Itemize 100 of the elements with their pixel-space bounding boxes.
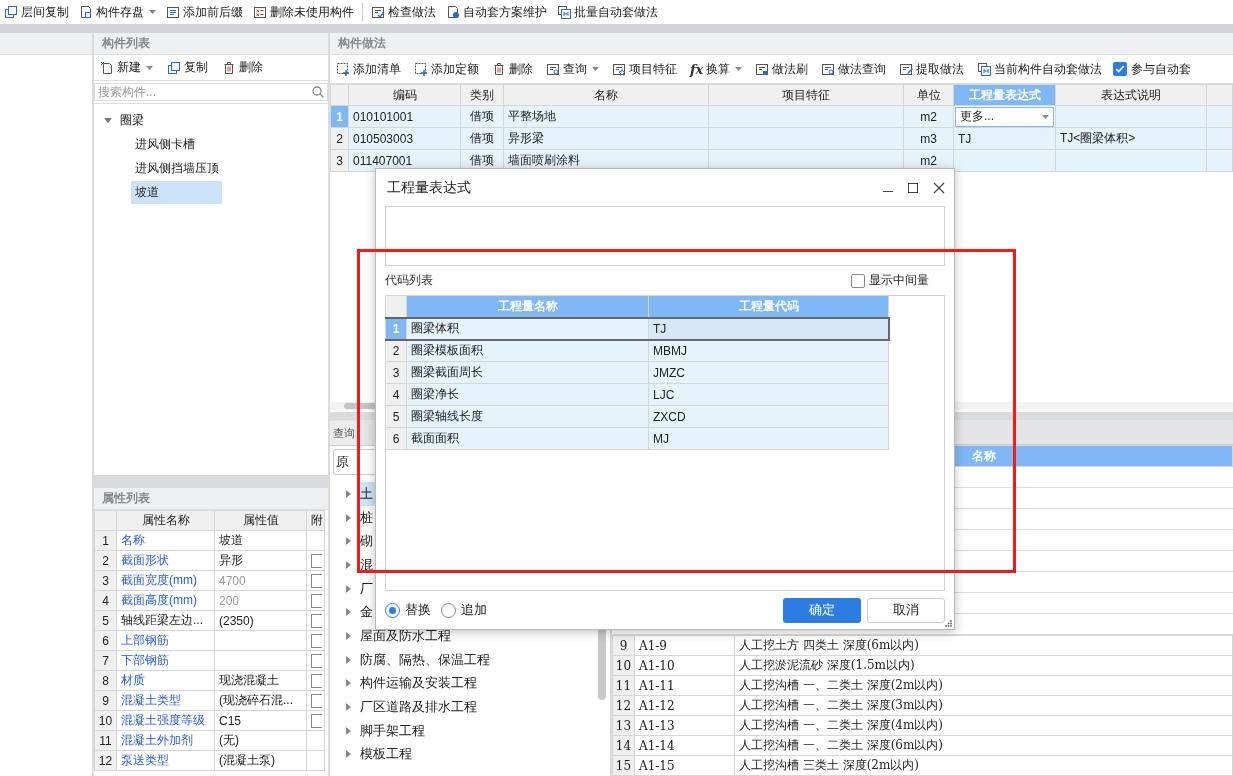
checkbox[interactable] <box>311 633 322 648</box>
checkbox[interactable]: 显示中间量 <box>851 272 929 289</box>
add-list-icon <box>336 62 350 76</box>
copy-icon <box>167 60 181 75</box>
radio-button[interactable]: 追加 <box>441 601 487 619</box>
section-label: 代码列表 <box>385 272 433 289</box>
table-cell: 坡道 <box>214 530 307 551</box>
table-cell: 异形梁 <box>503 127 709 150</box>
tree-item[interactable]: 圈梁 <box>116 108 148 132</box>
checkbox[interactable] <box>311 553 322 568</box>
table-cell[interactable]: MJ <box>648 427 889 450</box>
tree-item[interactable]: 脚手架工程 <box>357 718 428 743</box>
toolbar-button[interactable]: 添加定额 <box>412 58 481 80</box>
row-number[interactable]: 3 <box>330 149 349 172</box>
toolbar-button[interactable]: 添加前后缀 <box>164 1 245 23</box>
toolbar-button[interactable]: 复制 <box>165 56 210 79</box>
toolbar-button[interactable]: 做法刷 <box>753 58 811 80</box>
toolbar-button[interactable]: 项目特征 <box>610 58 679 80</box>
tree-item[interactable]: 砌 <box>357 529 376 554</box>
dropdown-field[interactable]: 更多... <box>955 106 1054 127</box>
checkbox[interactable] <box>311 573 322 588</box>
table-cell[interactable]: 圈梁轴线长度 <box>406 405 649 428</box>
table-cell[interactable]: 圈梁体积 <box>406 317 649 340</box>
toolbar-button[interactable]: 删除未使用构件 <box>251 1 356 23</box>
row-number: 7 <box>94 650 117 671</box>
table-cell[interactable]: 圈梁截面周长 <box>406 361 649 384</box>
tree-item[interactable]: 金 <box>357 600 376 625</box>
toolbar-button[interactable]: 批量自动套做法 <box>555 1 660 23</box>
table-cell[interactable]: 圈梁模板面积 <box>406 339 649 362</box>
row-number: 12 <box>612 695 635 716</box>
column-header[interactable]: 表达式说明 <box>1055 84 1207 106</box>
table-cell[interactable]: TJ <box>648 317 889 340</box>
table-cell[interactable]: MBMJ <box>648 339 889 362</box>
column-header[interactable]: 项目特征 <box>708 84 904 106</box>
row-number[interactable]: 2 <box>385 339 407 362</box>
toolbar-button[interactable]: 查询 <box>544 58 601 80</box>
table-cell: 人工挖沟槽 一、二类土 深度(3m以内) <box>734 695 1233 716</box>
table-cell[interactable]: JMZC <box>648 361 889 384</box>
toolbar-button[interactable]: fx 换算 <box>688 58 745 80</box>
toolbar-button[interactable]: 提取做法 <box>897 58 967 80</box>
expression-field[interactable] <box>385 206 945 266</box>
toolbar-button[interactable]: 添加清单 <box>334 58 403 80</box>
checkbox[interactable] <box>311 693 322 708</box>
search-field[interactable]: 搜索构件... <box>94 83 328 101</box>
document-icon <box>79 5 93 19</box>
toolbar-button[interactable]: 当前构件自动套做法 <box>975 58 1105 80</box>
tree-item[interactable]: 防腐、隔热、保温工程 <box>357 647 493 672</box>
document-gear-icon <box>446 5 460 19</box>
checkbox[interactable] <box>311 713 322 728</box>
tree-item[interactable]: 模板工程 <box>357 742 415 767</box>
column-header[interactable]: 名称 <box>503 84 709 106</box>
toolbar-button[interactable]: 做法查询 <box>819 58 889 80</box>
checkbox[interactable]: 参与自动套 <box>1113 60 1192 78</box>
trash-icon <box>492 62 506 76</box>
row-number[interactable]: 5 <box>385 405 407 428</box>
checkbox[interactable] <box>311 613 322 628</box>
row-number: 2 <box>94 550 117 571</box>
tree-item[interactable]: 坡道 <box>131 180 222 204</box>
resize-grip-icon <box>944 619 952 627</box>
stacked-pages-icon <box>557 5 571 19</box>
toolbar-button[interactable]: 构件存盘 <box>77 1 158 23</box>
table-cell[interactable]: ZXCD <box>648 405 889 428</box>
tree-item[interactable]: 构件运输及安装工程 <box>357 671 480 696</box>
checkbox[interactable] <box>311 593 322 608</box>
collapse-arrow-icon[interactable] <box>104 117 112 123</box>
radio-button[interactable]: 替换 <box>385 601 431 619</box>
column-header[interactable]: 编码 <box>348 84 461 106</box>
tree-item[interactable]: 进风侧挡墙压顶 <box>131 156 223 180</box>
column-header[interactable]: 单位 <box>903 84 954 106</box>
cancel-button[interactable]: 取消 <box>867 597 945 623</box>
toolbar-button[interactable]: 检查做法 <box>369 1 438 23</box>
table-cell: A1-9 <box>634 635 735 656</box>
row-number[interactable]: 2 <box>330 127 349 150</box>
row-number: 3 <box>94 570 117 591</box>
table-cell[interactable]: LJC <box>648 383 889 406</box>
expand-arrow-icon <box>346 537 351 546</box>
table-cell[interactable]: 圈梁净长 <box>406 383 649 406</box>
toolbar-button[interactable]: 删除 <box>490 58 535 80</box>
toolbar-button[interactable]: 删除 <box>220 56 265 79</box>
row-number[interactable]: 3 <box>385 361 407 384</box>
toolbar-button[interactable]: 层间复制 <box>2 1 71 23</box>
toolbar-button[interactable]: 自动套方案维护 <box>444 1 549 23</box>
toolbar-button[interactable]: 新建 <box>98 56 155 79</box>
column-header[interactable]: 类别 <box>460 84 504 106</box>
table-cell[interactable]: 截面面积 <box>406 427 649 450</box>
row-number[interactable]: 4 <box>385 383 407 406</box>
ok-button[interactable]: 确定 <box>783 597 861 623</box>
search-icon <box>311 85 325 99</box>
row-number[interactable]: 6 <box>385 427 407 450</box>
tree-item[interactable]: 进风侧卡槽 <box>131 132 199 156</box>
tree-item[interactable]: 厂区道路及排水工程 <box>357 695 480 720</box>
checkbox[interactable] <box>311 653 322 668</box>
checkbox[interactable] <box>311 673 322 688</box>
table-cell: 截面形状 <box>116 550 215 571</box>
tab[interactable]: 查询 <box>330 421 358 445</box>
table-cell: 上部钢筋 <box>116 630 215 651</box>
table-cell: C15 <box>214 710 307 731</box>
list-icon <box>166 5 180 19</box>
list-delete-icon <box>253 5 267 19</box>
tree-item[interactable]: 厂 <box>357 576 376 601</box>
